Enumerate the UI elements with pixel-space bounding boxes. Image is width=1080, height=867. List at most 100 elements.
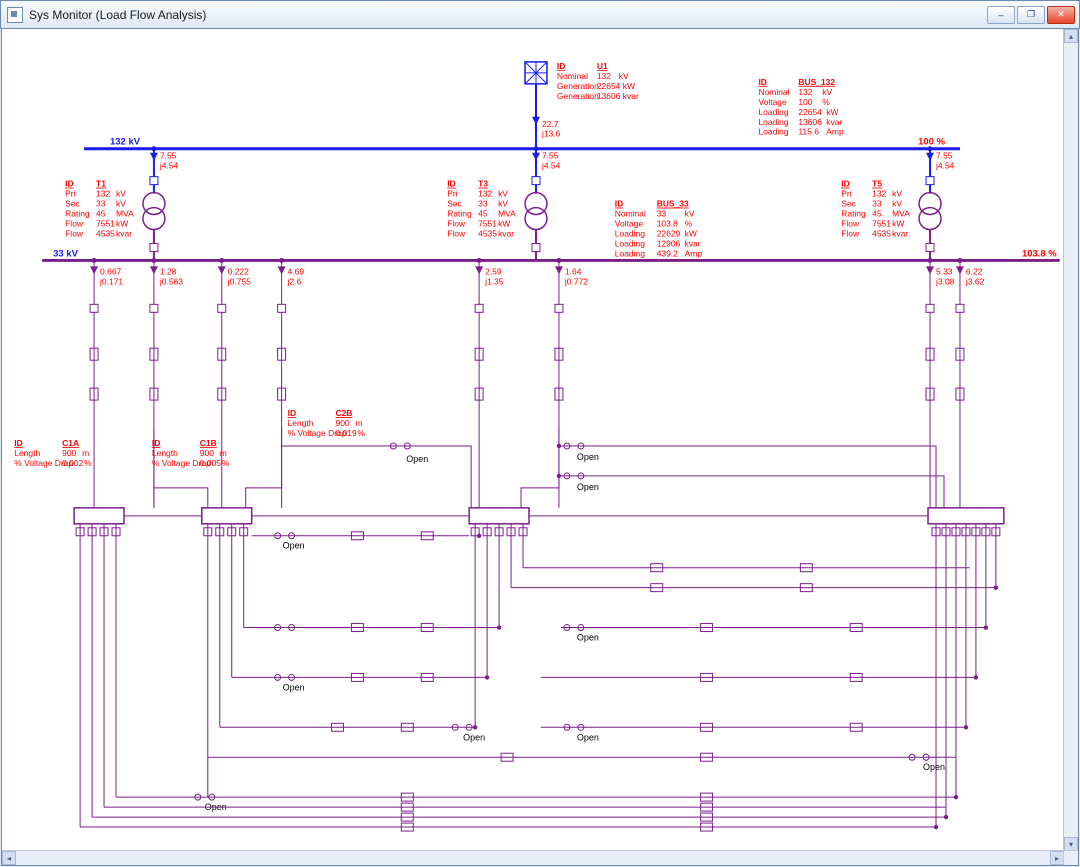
titlebar[interactable]: Sys Monitor (Load Flow Analysis) – ❐ ✕ [0, 0, 1080, 29]
svg-text:ID: ID [557, 61, 565, 71]
svg-text:100: 100 [798, 97, 812, 107]
svg-text:ID: ID [841, 179, 849, 189]
window-buttons: – ❐ ✕ [987, 6, 1075, 24]
svg-text:Flow: Flow [65, 228, 84, 238]
app-icon [7, 7, 23, 23]
svg-text:Loading: Loading [615, 248, 645, 258]
svg-text:Loading: Loading [758, 107, 788, 117]
maximize-button[interactable]: ❐ [1017, 6, 1045, 24]
svg-text:kvar: kvar [116, 228, 132, 238]
svg-text:j1.35: j1.35 [484, 276, 504, 286]
svg-text:Open: Open [463, 732, 485, 742]
svg-text:Pri: Pri [65, 189, 75, 199]
svg-text:Pri: Pri [447, 189, 457, 199]
svg-text:22654: 22654 [798, 107, 822, 117]
svg-text:1.64: 1.64 [565, 266, 582, 276]
open-ties-lower: Open Open Open Open Open [80, 533, 996, 827]
svg-text:Amp: Amp [826, 127, 844, 137]
minimize-button[interactable]: – [987, 6, 1015, 24]
svg-text:Length: Length [152, 448, 178, 458]
t1-data: IDT1 Pri132kV Sec33kV Rating45MVA Flow75… [65, 179, 134, 239]
switchboard-4 [928, 508, 1004, 524]
scroll-down-button[interactable]: ▾ [1064, 837, 1078, 851]
svg-text:Open: Open [577, 482, 599, 492]
svg-text:kV: kV [498, 189, 508, 199]
svg-text:ID: ID [758, 77, 766, 87]
svg-text:kV: kV [619, 71, 629, 81]
svg-text:45: 45 [478, 209, 488, 219]
svg-text:7551: 7551 [872, 219, 891, 229]
svg-text:j0.563: j0.563 [159, 276, 183, 286]
svg-text:Loading: Loading [615, 228, 645, 238]
svg-text:ID: ID [152, 438, 160, 448]
svg-text:Generation: Generation [557, 81, 599, 91]
svg-text:T5: T5 [872, 179, 882, 189]
svg-text:Open: Open [577, 732, 599, 742]
svg-text:kvar: kvar [623, 91, 639, 101]
svg-text:BUS_33: BUS_33 [657, 199, 689, 209]
svg-text:1.28: 1.28 [160, 266, 177, 276]
svg-text:ID: ID [65, 179, 73, 189]
svg-text:Rating: Rating [65, 209, 90, 219]
scrollbar-corner [1063, 850, 1078, 865]
outgoing-breakers [76, 528, 1000, 536]
scroll-left-button[interactable]: ◂ [2, 851, 16, 865]
svg-text:Sec: Sec [447, 199, 462, 209]
svg-text:kW: kW [685, 228, 697, 238]
svg-text:132: 132 [798, 87, 812, 97]
svg-text:132: 132 [872, 189, 886, 199]
svg-text:ID: ID [447, 179, 455, 189]
tap-132-2: 7.55 j4.54 [532, 146, 561, 193]
svg-text:kW: kW [498, 219, 510, 229]
svg-text:0.002: 0.002 [62, 458, 83, 468]
svg-text:12906: 12906 [657, 238, 681, 248]
svg-text:22.7: 22.7 [542, 119, 559, 129]
scroll-up-button[interactable]: ▴ [1064, 29, 1078, 43]
svg-text:kW: kW [826, 107, 838, 117]
tap-132-1: 7.55 j4.54 [150, 146, 179, 193]
svg-text:kV: kV [116, 199, 126, 209]
svg-text:0.005: 0.005 [200, 458, 221, 468]
cable-segments-h [331, 532, 862, 831]
svg-text:%: % [357, 428, 365, 438]
svg-text:7.55: 7.55 [936, 151, 953, 161]
svg-text:Loading: Loading [758, 127, 788, 137]
bus33-data: IDBUS_33 Nominal33kV Voltage103.8% Loadi… [615, 199, 703, 259]
open-ties-upper: Open Open Open [282, 443, 944, 508]
svg-text:m: m [220, 448, 227, 458]
svg-text:Open: Open [406, 454, 428, 464]
svg-text:MVA: MVA [892, 209, 910, 219]
svg-text:7.55: 7.55 [542, 151, 559, 161]
outgoing-feeders [80, 524, 996, 827]
svg-text:45: 45 [872, 209, 882, 219]
svg-text:7551: 7551 [478, 219, 497, 229]
diagram-canvas[interactable]: 132 kV 100 % 7.55 j4.54 [2, 29, 1064, 851]
svg-text:m: m [355, 418, 362, 428]
bus132-data: ID BUS_132 Nominal132kV Voltage100% Load… [758, 77, 844, 137]
client-area: 132 kV 100 % 7.55 j4.54 [1, 28, 1079, 866]
svg-text:Rating: Rating [841, 209, 866, 219]
vertical-scrollbar[interactable]: ▴ ▾ [1063, 29, 1078, 851]
scroll-right-button[interactable]: ▸ [1050, 851, 1064, 865]
c1b-data: IDC1B Length900m % Voltage Drop0.005% [152, 438, 230, 468]
svg-text:4.69: 4.69 [288, 266, 305, 276]
svg-text:kV: kV [685, 209, 695, 219]
svg-text:j2.6: j2.6 [287, 276, 302, 286]
svg-text:kvar: kvar [826, 117, 842, 127]
svg-text:Pri: Pri [841, 189, 851, 199]
close-button[interactable]: ✕ [1047, 6, 1075, 24]
svg-text:33: 33 [478, 199, 488, 209]
svg-text:kvar: kvar [498, 228, 514, 238]
svg-text:ID: ID [615, 199, 623, 209]
svg-text:Open: Open [577, 633, 599, 643]
svg-text:MVA: MVA [116, 209, 134, 219]
switchboard-3 [469, 508, 529, 524]
svg-text:4535: 4535 [478, 228, 497, 238]
svg-text:%: % [222, 458, 230, 468]
svg-text:0.019: 0.019 [335, 428, 356, 438]
svg-text:%: % [84, 458, 92, 468]
svg-text:j3.62: j3.62 [965, 276, 985, 286]
horizontal-scrollbar[interactable]: ◂ ▸ [2, 850, 1064, 865]
svg-text:7551: 7551 [96, 219, 115, 229]
svg-text:Nominal: Nominal [557, 71, 588, 81]
